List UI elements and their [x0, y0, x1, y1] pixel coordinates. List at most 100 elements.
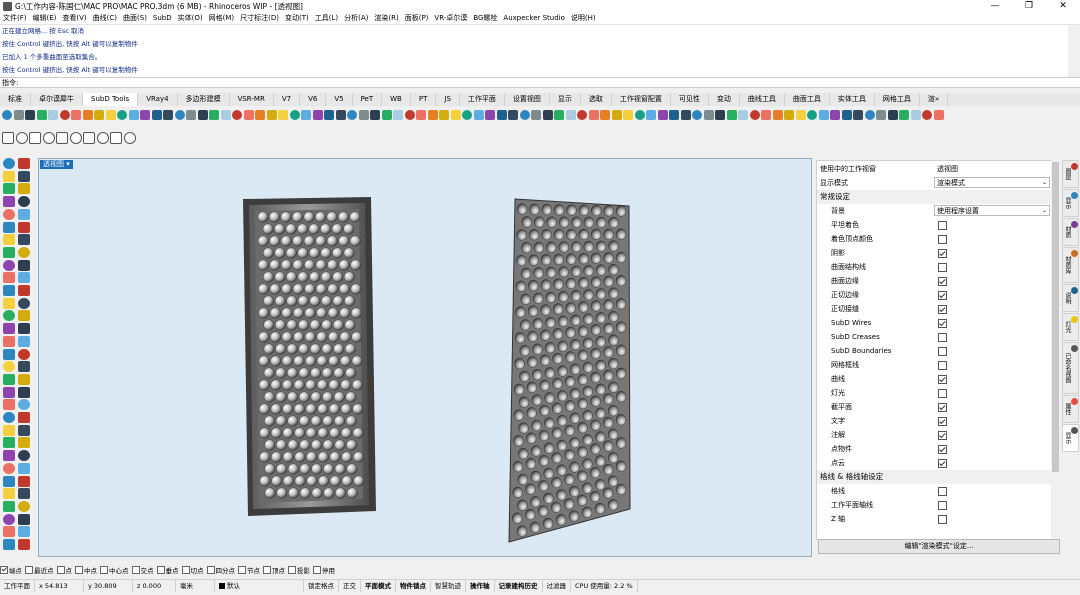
tool-icon[interactable]	[18, 386, 30, 398]
tool-icon[interactable]	[416, 110, 426, 120]
tool-icon[interactable]	[3, 183, 15, 195]
menu-item[interactable]: 曲线(C)	[90, 13, 120, 23]
tool-icon[interactable]	[807, 110, 817, 120]
tool-icon[interactable]	[899, 110, 909, 120]
status-toggle[interactable]: 过滤器	[543, 580, 571, 592]
tool-icon[interactable]	[761, 110, 771, 120]
property-checkbox[interactable]	[938, 291, 947, 300]
tool-icon[interactable]	[3, 208, 15, 220]
toolbar-tab[interactable]: WB	[382, 93, 411, 106]
toolbar-tab[interactable]: 设置视图	[505, 93, 550, 106]
osnap-checkbox[interactable]	[206, 565, 215, 574]
status-toggle[interactable]: 平面模式	[361, 580, 396, 592]
tool-icon[interactable]	[922, 110, 932, 120]
tool-icon[interactable]	[347, 110, 357, 120]
tool-icon[interactable]	[18, 475, 30, 487]
tool-icon[interactable]	[473, 110, 484, 120]
tool-icon[interactable]	[18, 323, 30, 335]
toolbar-tab[interactable]: 卓尔谟犀牛	[31, 93, 83, 106]
tool-icon[interactable]	[3, 424, 15, 436]
tool-icon[interactable]	[42, 132, 55, 144]
osnap-option[interactable]: 顶点	[263, 565, 285, 575]
toolbar-tab[interactable]: 工作平面	[460, 93, 505, 106]
osnap-checkbox[interactable]	[75, 565, 83, 574]
property-checkbox[interactable]	[938, 319, 947, 328]
tool-icon[interactable]	[3, 234, 15, 246]
tool-icon[interactable]	[301, 110, 311, 120]
property-checkbox[interactable]	[938, 459, 947, 468]
right-tab[interactable]: 显示	[1062, 424, 1079, 452]
status-toggle[interactable]: 操作轴	[466, 580, 495, 592]
toolbar-tab[interactable]: 显示	[550, 93, 581, 106]
tool-icon[interactable]	[117, 110, 127, 120]
perspective-viewport[interactable]: 透视图 ▾	[38, 158, 812, 557]
tool-icon[interactable]	[13, 110, 24, 120]
tool-icon[interactable]	[784, 110, 794, 120]
tool-icon[interactable]	[18, 335, 30, 347]
tool-icon[interactable]	[588, 110, 599, 120]
tool-icon[interactable]	[123, 132, 136, 144]
tool-icon[interactable]	[18, 412, 30, 423]
osnap-checkbox[interactable]	[0, 565, 8, 574]
tool-icon[interactable]	[3, 437, 15, 449]
tool-icon[interactable]	[18, 462, 30, 474]
tool-icon[interactable]	[3, 335, 15, 347]
tool-icon[interactable]	[48, 110, 58, 120]
tool-icon[interactable]	[18, 399, 30, 411]
osnap-option[interactable]: 四分点	[206, 565, 235, 575]
tool-icon[interactable]	[726, 110, 737, 120]
toolbar-tab[interactable]: V7	[274, 93, 301, 106]
toolbar-tab[interactable]: SubD Tools	[83, 93, 139, 106]
tool-icon[interactable]	[496, 110, 507, 120]
osnap-checkbox[interactable]	[25, 565, 33, 574]
tool-icon[interactable]	[692, 110, 702, 120]
osnap-checkbox[interactable]	[156, 565, 165, 574]
right-tab[interactable]: 属性	[1062, 395, 1079, 423]
tool-icon[interactable]	[18, 539, 30, 550]
menu-item[interactable]: 面板(P)	[402, 13, 432, 23]
osnap-option[interactable]: 交点	[131, 565, 154, 575]
status-toggle[interactable]: 智慧轨迹	[431, 580, 466, 592]
osnap-option[interactable]: 中心点	[100, 565, 129, 575]
tool-icon[interactable]	[18, 208, 30, 220]
close-button[interactable]: ✕	[1046, 0, 1080, 12]
tool-icon[interactable]	[140, 110, 150, 120]
tool-icon[interactable]	[3, 310, 15, 322]
tool-icon[interactable]	[3, 259, 15, 271]
tool-icon[interactable]	[18, 170, 30, 182]
tool-icon[interactable]	[163, 110, 173, 120]
tool-icon[interactable]	[128, 110, 139, 120]
tool-icon[interactable]	[18, 221, 30, 233]
property-checkbox[interactable]	[938, 501, 947, 510]
status-cplane[interactable]: 工作平面	[0, 580, 35, 592]
menu-item[interactable]: 实体(O)	[175, 13, 206, 23]
tool-icon[interactable]	[18, 437, 30, 449]
tool-icon[interactable]	[657, 110, 668, 120]
property-checkbox[interactable]	[938, 277, 947, 286]
toolbar-tab[interactable]: 标准	[0, 93, 31, 106]
menu-item[interactable]: 文件(F)	[0, 13, 30, 23]
right-grille-model[interactable]	[508, 198, 631, 543]
tool-icon[interactable]	[312, 110, 323, 120]
tool-icon[interactable]	[15, 132, 28, 144]
status-toggle[interactable]: CPU 使用量: 2.2 %	[571, 580, 638, 592]
minimize-button[interactable]: —	[978, 0, 1012, 12]
tool-icon[interactable]	[335, 110, 346, 120]
tool-icon[interactable]	[554, 110, 564, 120]
osnap-option[interactable]: 端点	[0, 565, 22, 575]
tool-icon[interactable]	[71, 110, 81, 120]
menu-item[interactable]: 分析(A)	[341, 13, 371, 23]
property-checkbox[interactable]	[938, 445, 947, 454]
tool-icon[interactable]	[18, 373, 30, 385]
viewport-scene[interactable]	[39, 159, 811, 556]
tool-icon[interactable]	[25, 110, 35, 120]
tool-icon[interactable]	[485, 110, 495, 120]
osnap-option[interactable]: 中点	[75, 565, 97, 575]
toolbar-tab[interactable]: 选取	[581, 93, 612, 106]
tool-icon[interactable]	[669, 110, 679, 120]
tool-icon[interactable]	[110, 132, 122, 144]
tool-icon[interactable]	[439, 110, 449, 120]
tool-icon[interactable]	[427, 110, 438, 120]
tool-icon[interactable]	[565, 110, 576, 120]
toolbar-tab[interactable]: 渲»	[920, 93, 949, 106]
